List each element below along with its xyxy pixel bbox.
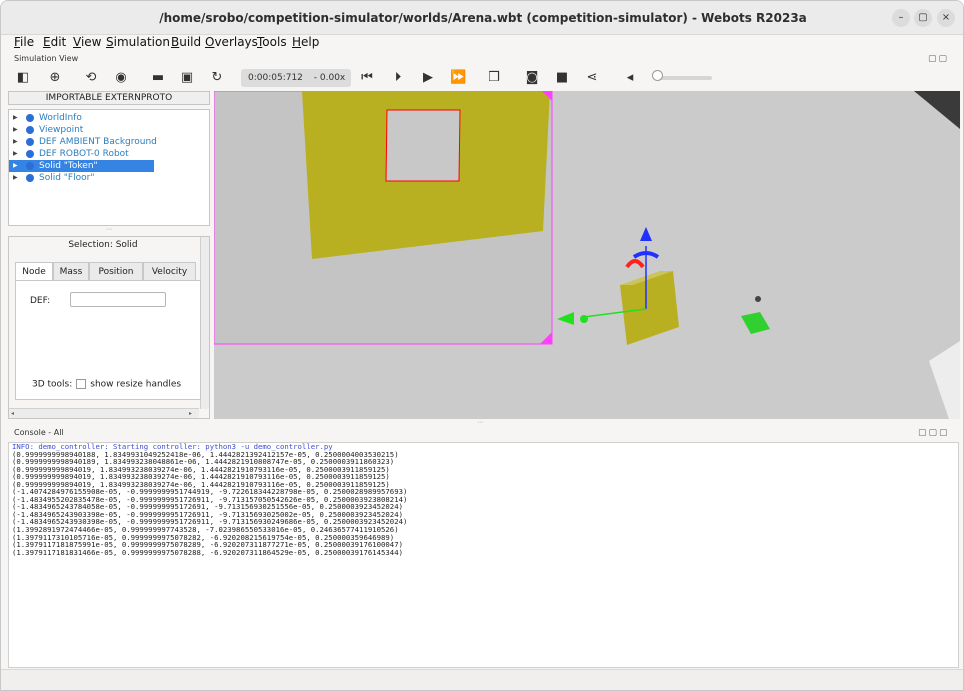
add-icon[interactable]: ⊕	[47, 70, 63, 86]
minimize-button[interactable]: –	[892, 9, 910, 27]
console-dock-buttons[interactable]: ▢▢▢	[918, 428, 950, 438]
volume-slider-track[interactable]	[657, 76, 712, 80]
expand-arrow-icon[interactable]: ▶	[13, 136, 18, 148]
vertical-scrollbar[interactable]	[200, 237, 209, 409]
simulation-view-label: Simulation View	[14, 54, 79, 63]
tree-item-viewpoint[interactable]: ▶ Viewpoint	[9, 124, 209, 136]
horizontal-scrollbar[interactable]: ◂ ▸	[9, 408, 199, 418]
status-bar	[1, 669, 963, 690]
menu-edit[interactable]: Edit	[43, 35, 66, 49]
console-output[interactable]: INFO: demo_controller: Starting controll…	[8, 442, 959, 668]
menu-bar: File Edit View Simulation Build Overlays…	[1, 35, 963, 51]
3d-tools-label: 3D tools:	[32, 379, 73, 390]
simulation-time: 0:00:05:712	[248, 73, 303, 83]
node-icon	[26, 150, 34, 158]
eye-icon[interactable]: ◉	[113, 70, 129, 86]
def-input[interactable]	[70, 292, 166, 307]
record-icon[interactable]: ■	[554, 70, 570, 86]
resize-handles-label: show resize handles	[90, 379, 182, 390]
render-icon[interactable]: ❒	[486, 70, 502, 86]
play-icon[interactable]: ▶	[420, 70, 436, 86]
tree-item-floor[interactable]: ▶ Solid "Floor"	[9, 172, 209, 184]
webots-window: /home/srobo/competition-simulator/worlds…	[0, 0, 964, 691]
scroll-right-icon[interactable]: ▸	[189, 410, 192, 417]
simulation-view-dock-buttons[interactable]: ▢▢	[928, 54, 949, 64]
expand-arrow-icon[interactable]: ▶	[13, 148, 18, 160]
console-line: (1.3979117181831466e-05, 0.9999999975078…	[12, 547, 403, 557]
menu-simulation[interactable]: Simulation	[106, 35, 170, 49]
resize-handles-checkbox[interactable]	[76, 379, 87, 389]
reload-icon[interactable]: ⟲	[83, 70, 99, 86]
menu-view[interactable]: View	[73, 35, 101, 49]
menu-help[interactable]: Help	[292, 35, 319, 49]
window-title: /home/srobo/competition-simulator/worlds…	[159, 11, 807, 25]
tab-mass[interactable]: Mass	[53, 262, 89, 281]
left-panel: IMPORTABLE EXTERNPROTO ▶ WorldInfo ▶ Viewp…	[8, 91, 212, 419]
scene-tree: ▶ WorldInfo ▶ Viewpoint ▶ DEF AMBIENT Backg…	[8, 109, 210, 226]
3d-scene[interactable]	[214, 91, 960, 419]
revert-icon[interactable]: ↻	[209, 70, 225, 86]
expand-arrow-icon[interactable]: ▶	[13, 124, 18, 136]
importable-externproto-button[interactable]: IMPORTABLE EXTERNPROTO	[8, 91, 210, 105]
volume-icon[interactable]: ◂	[622, 70, 638, 86]
close-button[interactable]: ×	[937, 9, 955, 27]
node-icon	[26, 138, 34, 146]
tab-velocity[interactable]: Velocity	[143, 262, 196, 281]
simulation-speed: - 0.00x	[313, 73, 346, 83]
step-icon[interactable]: ⏵	[390, 70, 406, 86]
node-icon	[26, 174, 34, 182]
console-header: Console - All ▢▢▢	[1, 425, 963, 441]
selection-label: Selection: Solid	[68, 240, 138, 250]
toolbar: ◧ ⊕ ⟲ ◉ ▬ ▣ ↻ 0:00:05:712 - 0.00x ⏮ ⏵ ▶ …	[1, 65, 963, 91]
node-icon	[26, 126, 34, 134]
menu-build[interactable]: Build	[171, 35, 201, 49]
splitter-handle[interactable]: ⋯	[8, 227, 210, 235]
tab-position[interactable]: Position	[89, 262, 143, 281]
tab-node[interactable]: Node	[15, 262, 53, 281]
save-icon[interactable]: ▣	[179, 70, 195, 86]
expand-arrow-icon[interactable]: ▶	[13, 172, 18, 184]
console-label: Console - All	[14, 428, 64, 437]
node-icon	[26, 162, 34, 170]
step-back-icon[interactable]: ⏮	[359, 70, 375, 86]
volume-slider-knob[interactable]	[652, 70, 663, 81]
menu-tools[interactable]: Tools	[257, 35, 287, 49]
def-label: DEF:	[30, 296, 51, 306]
overlay-token-highlight	[385, 109, 461, 182]
menu-overlays[interactable]: Overlays	[205, 35, 258, 49]
open-folder-icon[interactable]: ▬	[150, 70, 166, 86]
tree-item-background[interactable]: ▶ DEF AMBIENT Background	[9, 136, 209, 148]
menu-file[interactable]: File	[14, 35, 34, 49]
tree-item-token[interactable]: ▶ Solid "Token"	[9, 160, 154, 172]
node-tab-content: DEF: 3D tools: show resize handles	[15, 280, 201, 400]
maximize-button[interactable]: ▢	[914, 9, 932, 27]
expand-arrow-icon[interactable]: ▶	[13, 112, 18, 124]
tree-item-worldinfo[interactable]: ▶ WorldInfo	[9, 112, 209, 124]
node-icon	[26, 114, 34, 122]
simulation-time-display: 0:00:05:712 - 0.00x	[241, 69, 351, 87]
fast-forward-icon[interactable]: ⏩	[450, 70, 466, 86]
expand-arrow-icon[interactable]: ▶	[13, 160, 18, 172]
node-editor-panel: Selection: Solid Node Mass Position Velo…	[8, 236, 210, 419]
small-object	[755, 296, 761, 302]
panel-toggle-icon[interactable]: ◧	[15, 70, 31, 86]
scroll-left-icon[interactable]: ◂	[11, 410, 14, 417]
node-tabs: Node Mass Position Velocity	[15, 262, 201, 281]
tree-item-robot[interactable]: ▶ DEF ROBOT-0 Robot	[9, 148, 209, 160]
camera-icon[interactable]: ◙	[524, 70, 540, 86]
y-rotation-handle[interactable]	[580, 315, 588, 323]
share-icon[interactable]: ⋖	[584, 70, 600, 86]
3d-tools-row: 3D tools: show resize handles	[32, 379, 181, 390]
3d-viewport[interactable]	[214, 91, 960, 419]
title-bar: /home/srobo/competition-simulator/worlds…	[1, 1, 963, 35]
